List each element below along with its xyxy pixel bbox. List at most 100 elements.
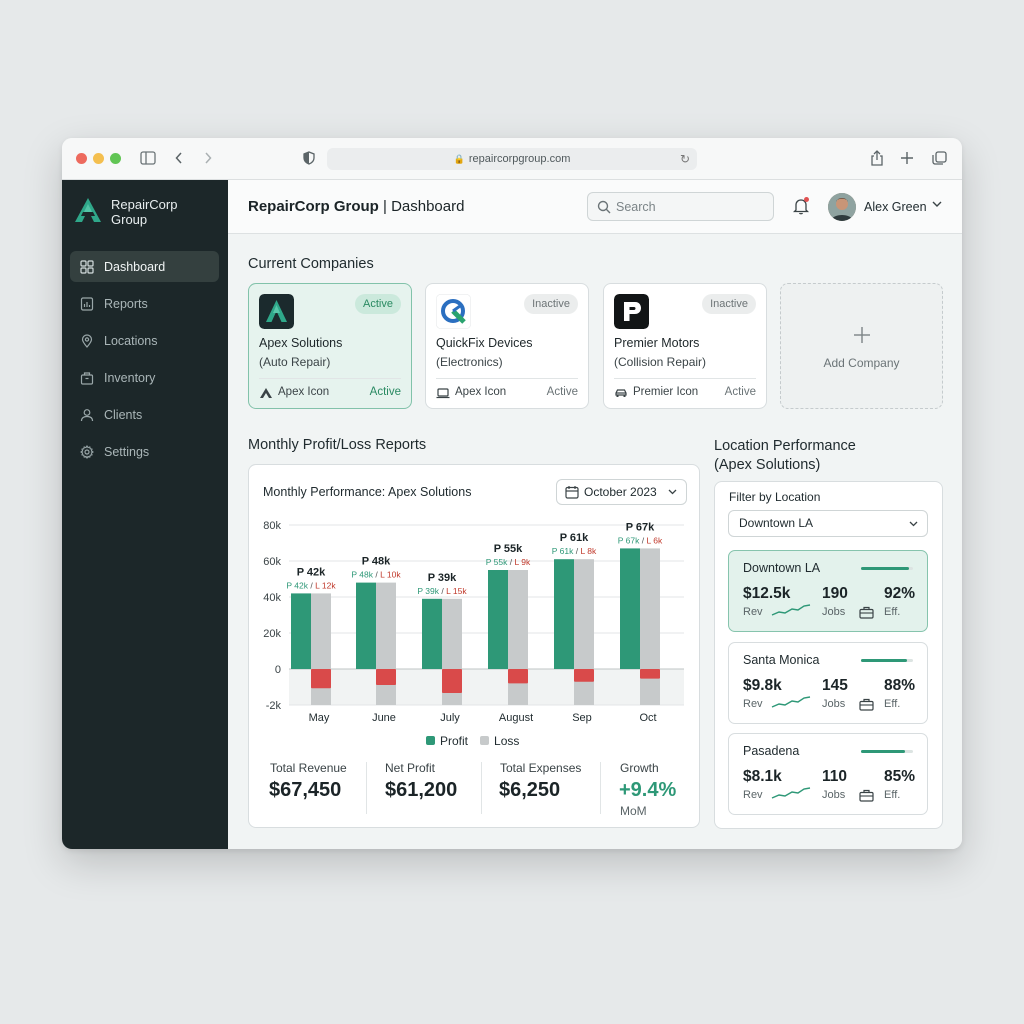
company-footer-label: Apex Icon xyxy=(278,386,330,398)
sidebar-item-reports[interactable]: Reports xyxy=(70,288,219,319)
companies-section-title: Current Companies xyxy=(248,256,374,272)
loss-bar xyxy=(640,548,660,705)
legend-loss-swatch xyxy=(480,736,490,745)
location-name: Pasadena xyxy=(743,744,800,758)
loss-marker xyxy=(311,669,331,689)
sidebar-item-clients[interactable]: Clients xyxy=(70,399,219,430)
user-name[interactable]: Alex Green xyxy=(864,200,927,214)
briefcase-icon xyxy=(859,698,874,711)
box-icon xyxy=(80,371,94,385)
company-card-apex[interactable]: Active Apex Solutions (Auto Repair) Apex… xyxy=(248,283,412,409)
efficiency-bar-track xyxy=(861,567,913,570)
chart-title: Monthly Performance: Apex Solutions xyxy=(263,485,472,499)
share-icon[interactable] xyxy=(870,150,884,166)
company-card-quickfix[interactable]: Inactive QuickFix Devices (Electronics) … xyxy=(425,283,589,409)
stat-divider xyxy=(366,762,367,814)
chevron-down-icon[interactable] xyxy=(932,201,942,208)
chart-legend: Profit Loss xyxy=(426,732,519,750)
search-input[interactable] xyxy=(616,198,766,216)
maximize-window-button[interactable] xyxy=(110,153,121,164)
status-badge: Inactive xyxy=(702,294,756,314)
minimize-window-button[interactable] xyxy=(93,153,104,164)
avatar[interactable] xyxy=(828,193,856,221)
briefcase-icon xyxy=(859,606,874,619)
lock-icon: 🔒 xyxy=(453,154,465,164)
stat-net-profit-label: Net Profit xyxy=(385,761,436,775)
new-tab-icon[interactable] xyxy=(901,152,913,164)
profit-bar xyxy=(488,570,508,669)
location-card[interactable]: Santa Monica $9.8k Rev 145 Jobs 88% Eff. xyxy=(728,642,928,724)
plus-icon xyxy=(854,327,870,343)
forward-icon[interactable] xyxy=(204,152,212,164)
browser-toolbar: 🔒 repaircorpgroup.com ↻ xyxy=(62,138,962,180)
jobs-label: Jobs xyxy=(822,698,846,710)
company-type: (Auto Repair) xyxy=(259,355,331,369)
x-tick-label: Sep xyxy=(572,712,592,724)
profit-bar xyxy=(356,582,376,669)
location-revenue: $8.1k xyxy=(743,768,782,785)
add-company-card[interactable]: Add Company xyxy=(780,283,943,409)
location-jobs: 190 xyxy=(822,585,848,602)
stat-total-revenue-label: Total Revenue xyxy=(270,761,347,775)
sidebar-toggle-icon[interactable] xyxy=(140,151,156,165)
location-card[interactable]: Downtown LA $12.5k Rev 190 Jobs 92% Eff. xyxy=(728,550,928,632)
page-title: RepairCorp Group | Dashboard xyxy=(248,198,464,215)
brand-name-line2: Group xyxy=(111,212,148,227)
efficiency-label: Eff. xyxy=(884,606,901,618)
loss-marker xyxy=(574,669,594,682)
efficiency-label: Eff. xyxy=(884,789,901,801)
legend-loss-label: Loss xyxy=(494,734,520,748)
location-filter-dropdown[interactable]: Downtown LA xyxy=(728,510,928,537)
tabs-overview-icon[interactable] xyxy=(932,151,947,166)
sidebar-item-locations[interactable]: Locations xyxy=(70,325,219,356)
location-pin-icon xyxy=(81,333,93,348)
sparkline-icon xyxy=(771,787,811,799)
month-dropdown[interactable]: October 2023 xyxy=(556,479,687,505)
stat-growth-value: +9.4% xyxy=(619,779,677,801)
sidebar-item-label: Locations xyxy=(104,333,158,348)
page-title-bold: RepairCorp Group xyxy=(248,198,379,215)
location-efficiency: 85% xyxy=(884,768,916,785)
company-card-premier[interactable]: Inactive Premier Motors (Collision Repai… xyxy=(603,283,767,409)
locations-title-line1: Location Performance xyxy=(714,438,856,454)
efficiency-bar-track xyxy=(861,659,913,662)
gear-icon xyxy=(80,444,94,459)
sidebar-item-label: Reports xyxy=(104,296,148,311)
loss-bar xyxy=(508,570,528,705)
sidebar-item-dashboard[interactable]: Dashboard xyxy=(70,251,219,282)
brand-logo-icon[interactable] xyxy=(74,196,102,224)
chevron-down-icon xyxy=(909,521,918,527)
company-footer-status: Active xyxy=(369,386,401,398)
grid-icon xyxy=(80,259,94,274)
close-window-button[interactable] xyxy=(76,153,87,164)
reload-icon[interactable]: ↻ xyxy=(680,148,690,170)
quickfix-logo-icon xyxy=(436,294,471,329)
search-box[interactable] xyxy=(587,192,774,221)
location-revenue: $9.8k xyxy=(743,677,782,694)
status-badge: Active xyxy=(355,294,401,314)
sidebar-item-settings[interactable]: Settings xyxy=(70,436,219,467)
stat-growth-sub: MoM xyxy=(620,804,647,818)
location-card[interactable]: Pasadena $8.1k Rev 110 Jobs 85% Eff. xyxy=(728,733,928,815)
sidebar-item-label: Clients xyxy=(104,407,143,422)
sidebar-item-inventory[interactable]: Inventory xyxy=(70,362,219,393)
filter-label: Filter by Location xyxy=(729,490,821,504)
profit-bar xyxy=(554,559,574,669)
month-value: October 2023 xyxy=(584,485,657,499)
y-tick-label: 0 xyxy=(275,664,281,676)
back-icon[interactable] xyxy=(175,152,183,164)
company-name: Premier Motors xyxy=(614,336,700,350)
locations-section-title: Location Performance (Apex Solutions) xyxy=(714,437,856,475)
x-tick-label: May xyxy=(309,712,330,724)
efficiency-bar-fill xyxy=(861,567,909,570)
bar-detail-label: P 55k / L 9k xyxy=(486,557,531,567)
card-divider xyxy=(436,378,578,379)
x-tick-label: July xyxy=(440,712,460,724)
location-name: Santa Monica xyxy=(743,653,820,667)
shield-icon[interactable] xyxy=(303,151,315,165)
bar-detail-label: P 48k / L 10k xyxy=(351,570,401,580)
address-bar[interactable]: 🔒 repaircorpgroup.com ↻ xyxy=(327,148,697,170)
y-tick-label: 60k xyxy=(263,556,281,568)
notification-dot xyxy=(804,197,809,202)
revenue-label: Rev xyxy=(743,698,763,710)
